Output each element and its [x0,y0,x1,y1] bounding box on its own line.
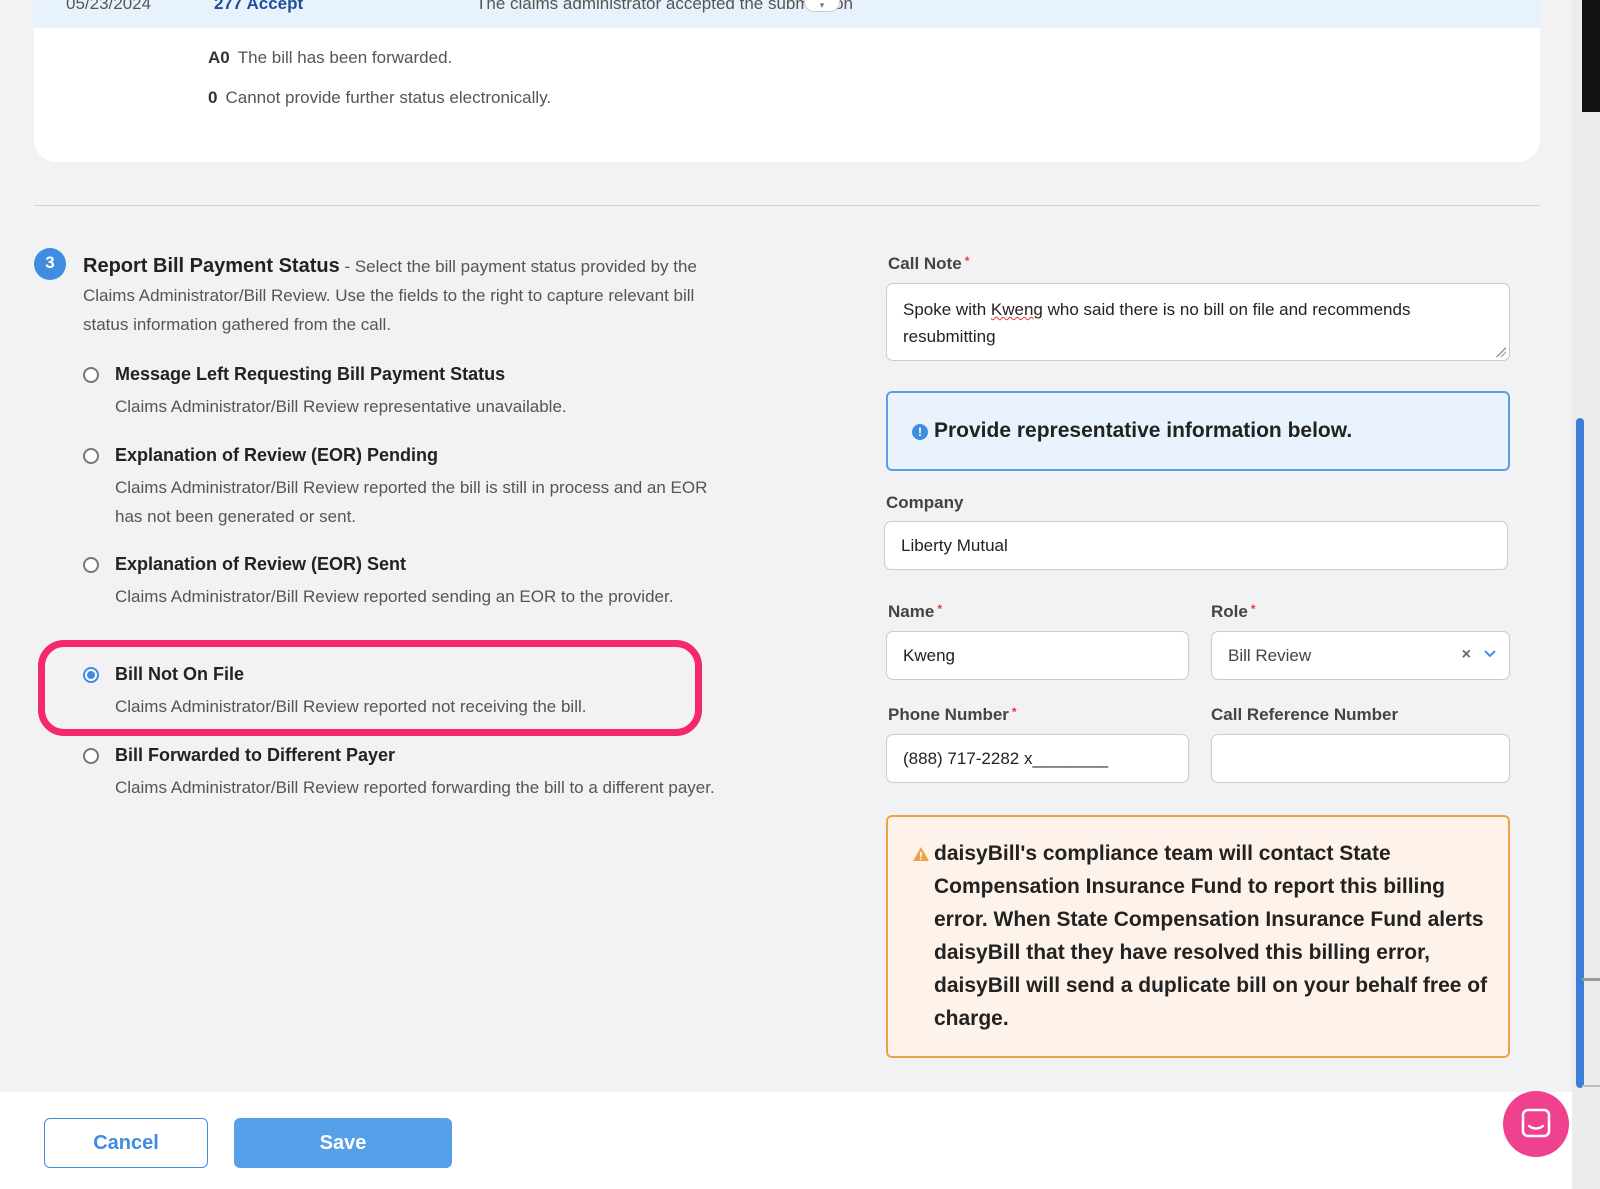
scrollbar-top-marker [1582,0,1600,112]
option-description: Claims Administrator/Bill Review reporte… [115,587,674,606]
option-title: Explanation of Review (EOR) Sent [115,554,407,574]
status-detail-code: A0 [208,48,230,67]
status-history-row: 05/23/2024 277 Accept The claims adminis… [34,0,1540,28]
status-detail-text: The bill has been forwarded. [237,48,453,67]
chevron-down-icon[interactable] [1481,644,1499,662]
warning-text: daisyBill's compliance team will contact… [934,842,1488,1030]
radio-button[interactable] [83,557,99,573]
status-detail: 0 Cannot provide further status electroni… [208,88,551,108]
clear-icon[interactable]: × [1462,646,1471,664]
required-marker: * [937,602,942,616]
resize-handle[interactable] [1496,347,1506,357]
name-input[interactable]: Kweng [886,631,1189,680]
call-note-label-text: Call Note [888,254,962,273]
expand-toggle-icon[interactable]: ▾ [804,0,840,12]
radio-button[interactable] [83,367,99,383]
status-code: 277 Accept [214,0,304,13]
name-label: Name * [888,602,942,622]
name-value: Kweng [903,645,955,665]
status-detail: A0 The bill has been forwarded. [208,48,452,68]
save-button[interactable]: Save [234,1118,452,1168]
call-note-text-before: Spoke with [903,300,991,319]
status-detail-code: 0 [208,88,218,107]
company-value: Liberty Mutual [901,535,1008,555]
company-label: Company [886,493,964,512]
call-note-label: Call Note * [888,254,969,274]
role-select[interactable]: Bill Review × [1211,631,1510,680]
call-note-textarea[interactable]: Spoke with Kweng who said there is no bi… [886,283,1510,361]
status-description: The claims administrator accepted the su… [476,0,853,13]
radio-button[interactable] [83,448,99,464]
call-reference-input[interactable] [1211,734,1510,783]
role-label-text: Role [1211,602,1248,621]
cancel-button[interactable]: Cancel [44,1118,208,1168]
status-date: 05/23/2024 [66,0,152,13]
scrollbar-divider [1582,978,1600,981]
warning-triangle-icon [913,847,929,861]
phone-input[interactable]: (888) 717-2282 x________ [886,734,1189,783]
required-marker: * [1250,602,1256,616]
call-note-misspelled-word: Kweng [990,300,1043,319]
step-number-badge: 3 [34,248,66,280]
company-input[interactable]: Liberty Mutual [884,521,1508,570]
info-circle-icon: ! [912,424,928,440]
phone-value: (888) 717-2282 x________ [903,748,1109,768]
required-marker: * [964,254,970,268]
info-banner: ! Provide representative information bel… [886,391,1510,471]
phone-label-text: Phone Number [888,705,1009,724]
role-value: Bill Review [1228,645,1312,665]
option-description: Claims Administrator/Bill Review reporte… [115,778,715,797]
scrollbar-divider [1582,1085,1600,1087]
call-reference-label: Call Reference Number [1211,705,1399,724]
step-title: Report Bill Payment Status [83,255,340,277]
option-title: Message Left Requesting Bill Payment Sta… [115,364,506,384]
name-label-text: Name [888,602,935,621]
annotation-highlight [38,640,702,736]
option-title: Bill Forwarded to Different Payer [115,745,396,765]
step-header: Report Bill Payment Status - Select the … [83,252,723,339]
chat-launcher-button[interactable] [1503,1091,1569,1157]
warning-banner: daisyBill's compliance team will contact… [886,815,1510,1058]
option-description: Claims Administrator/Bill Review represe… [115,397,567,416]
scrollbar-thumb[interactable] [1576,418,1584,1088]
option-description: Claims Administrator/Bill Review reporte… [115,478,708,526]
section-divider [34,205,1540,206]
info-banner-text: Provide representative information below… [934,419,1353,442]
required-marker: * [1011,705,1017,719]
phone-label: Phone Number * [888,705,1017,725]
option-title: Explanation of Review (EOR) Pending [115,445,439,465]
radio-button[interactable] [83,748,99,764]
status-detail-text: Cannot provide further status electronic… [225,88,552,107]
role-label: Role * [1211,602,1256,622]
chat-bubble-icon [1521,1108,1551,1138]
